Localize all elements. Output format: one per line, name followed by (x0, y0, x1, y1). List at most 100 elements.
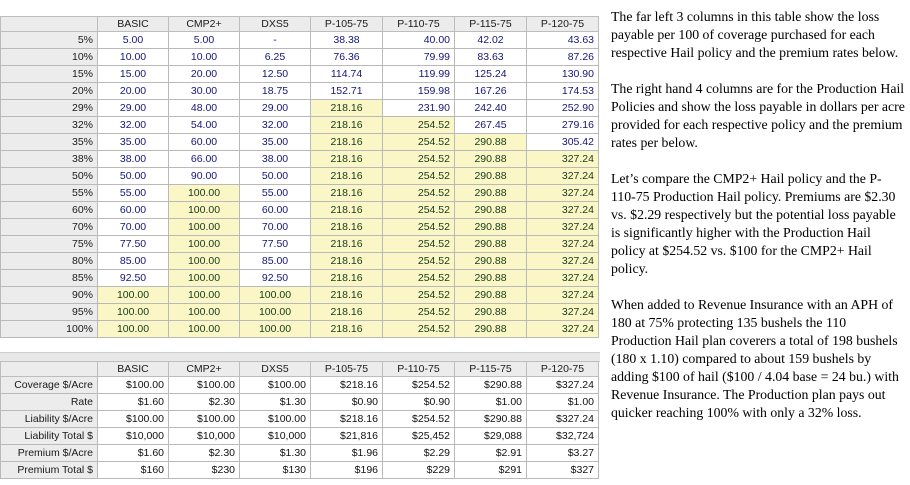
table-cell: $100.00 (239, 410, 311, 428)
table-cell: $0.90 (382, 393, 455, 411)
row-label: 75% (0, 235, 98, 253)
table-row: 90% 100.00 100.00 100.00 218.16 254.52 290.88 3… (0, 286, 599, 304)
table-cell: 55.00 (97, 184, 169, 202)
row-label: 29% (0, 99, 98, 117)
premium-table: BASIC CMP2+ DXS5 P-105-75 P-110-75 P-115… (0, 361, 599, 479)
table-cell: 290.88 (454, 201, 527, 219)
table-cell: 254.52 (382, 303, 455, 321)
table-cell: 152.71 (310, 82, 383, 100)
table-cell: 290.88 (454, 218, 527, 236)
table-cell: 77.50 (97, 235, 169, 253)
table-cell: 38.38 (310, 31, 383, 49)
table-cell: 327.24 (526, 320, 599, 338)
table-row: 80% 85.00 100.00 85.00 218.16 254.52 290.88 327… (0, 252, 599, 270)
table-cell: 218.16 (310, 252, 383, 270)
table-cell: $291 (454, 461, 527, 479)
table-cell: 100.00 (239, 303, 311, 321)
table-cell: 114.74 (310, 65, 383, 83)
table-cell: 218.16 (310, 201, 383, 219)
table-cell: 5.00 (97, 31, 169, 49)
table-cell: $1.96 (310, 444, 383, 462)
table-cell: 254.52 (382, 252, 455, 270)
table-cell: 100.00 (168, 184, 240, 202)
table-row: 75% 77.50 100.00 77.50 218.16 254.52 290.88 327… (0, 235, 599, 253)
table-cell: 32.00 (97, 116, 169, 134)
table-cell: $100.00 (168, 410, 240, 428)
table-cell: $10,000 (168, 427, 240, 445)
table-cell: 119.99 (382, 65, 455, 83)
table-cell: 90.00 (168, 167, 240, 185)
table-cell: 92.50 (239, 269, 311, 287)
table-cell: 55.00 (239, 184, 311, 202)
row-label: 95% (0, 303, 98, 321)
table-cell: 100.00 (168, 303, 240, 321)
table-cell: $196 (310, 461, 383, 479)
table-cell: 50.00 (239, 167, 311, 185)
table-cell: 218.16 (310, 150, 383, 168)
table-cell: 130.90 (526, 65, 599, 83)
table-row: 70% 70.00 100.00 70.00 218.16 254.52 290.88 327… (0, 218, 599, 236)
table-cell: 87.26 (526, 48, 599, 66)
table-cell: 125.24 (454, 65, 527, 83)
table-cell: 29.00 (97, 99, 169, 117)
table-cell: - (239, 31, 311, 49)
table-cell: $327 (526, 461, 599, 479)
row-label: Premium Total $ (0, 461, 98, 479)
table-cell: 254.52 (382, 167, 455, 185)
table-cell: 218.16 (310, 99, 383, 117)
table-cell: 305.42 (526, 133, 599, 151)
table-cell: $29,088 (454, 427, 527, 445)
column-header: CMP2+ (168, 361, 240, 377)
table-cell: 92.50 (97, 269, 169, 287)
table-cell: 60.00 (239, 201, 311, 219)
row-label: 20% (0, 82, 98, 100)
table-cell: $0.90 (310, 393, 383, 411)
row-label: 60% (0, 201, 98, 219)
table-cell: 35.00 (239, 133, 311, 151)
table-cell: 218.16 (310, 133, 383, 151)
table-row: 5% 5.00 5.00-38.38 40.00 42.02 43.63 (0, 31, 599, 49)
table-row: 10% 10.00 10.00 6.25 76.36 79.99 83.63 87.26 (0, 48, 599, 66)
table-cell: 77.50 (239, 235, 311, 253)
row-label: 38% (0, 150, 98, 168)
table-cell: $230 (168, 461, 240, 479)
table-cell: 100.00 (168, 201, 240, 219)
table-cell: 254.52 (382, 286, 455, 304)
table-cell: $2.29 (382, 444, 455, 462)
table-cell: 40.00 (382, 31, 455, 49)
table-cell: 100.00 (168, 320, 240, 338)
table-cell: 254.52 (382, 201, 455, 219)
table-cell: 218.16 (310, 286, 383, 304)
table-row: 38% 38.00 66.00 38.00 218.16 254.52 290.88 327.… (0, 150, 599, 168)
table-row: 100% 100.00 100.00 100.00 218.16 254.52 290.88… (0, 320, 599, 338)
row-label: Liability Total $ (0, 427, 98, 445)
table-cell: 254.52 (382, 218, 455, 236)
table-cell: $10,000 (97, 427, 169, 445)
table-cell: 18.75 (239, 82, 311, 100)
loss-payable-table: BASIC CMP2+ DXS5 P-105-75 P-110-75 P-115… (0, 16, 599, 338)
table-cell: 32.00 (239, 116, 311, 134)
table-cell: 254.52 (382, 150, 455, 168)
column-header: BASIC (97, 16, 169, 32)
table-cell: 60.00 (97, 201, 169, 219)
table-cell: 290.88 (454, 303, 527, 321)
table-cell: 48.00 (168, 99, 240, 117)
table-cell: 218.16 (310, 320, 383, 338)
row-label: 70% (0, 218, 98, 236)
table-cell: 290.88 (454, 167, 527, 185)
table-cell: 100.00 (168, 235, 240, 253)
table-cell: 327.24 (526, 252, 599, 270)
table-cell: 85.00 (97, 252, 169, 270)
table-cell: $254.52 (382, 376, 455, 394)
row-label: 55% (0, 184, 98, 202)
table-row: Premium Total $ $160 $230 $130 $196 $229 $291 $… (0, 461, 599, 479)
table-cell: $290.88 (454, 410, 527, 428)
table-cell: 70.00 (97, 218, 169, 236)
table-cell: 70.00 (239, 218, 311, 236)
table-cell: $290.88 (454, 376, 527, 394)
table-cell: $21,816 (310, 427, 383, 445)
table-cell: $218.16 (310, 410, 383, 428)
table-cell: 218.16 (310, 184, 383, 202)
table-cell: 76.36 (310, 48, 383, 66)
table-cell: 15.00 (97, 65, 169, 83)
